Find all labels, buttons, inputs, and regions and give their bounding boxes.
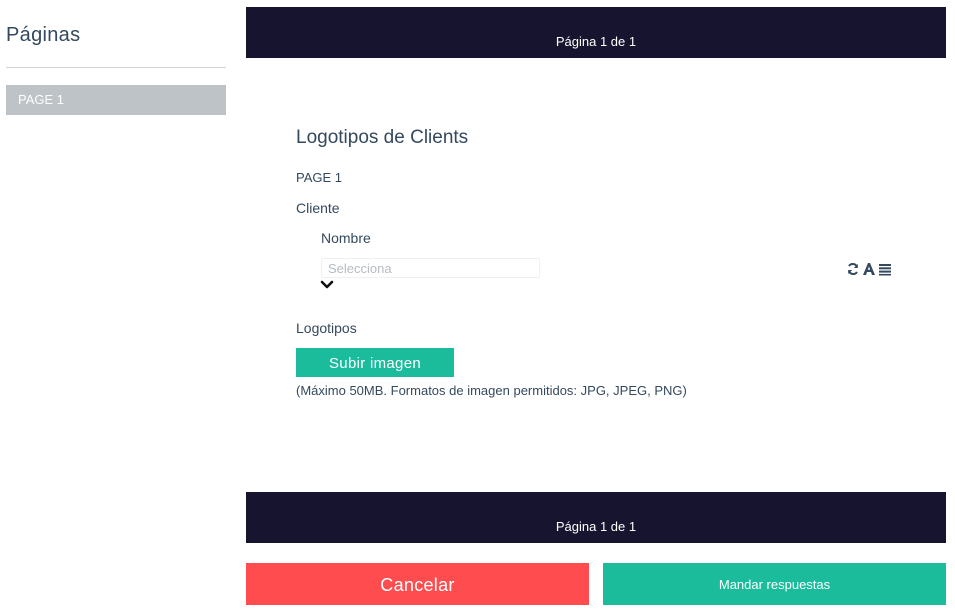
upload-image-button[interactable]: Subir imagen — [296, 348, 454, 377]
field-tools — [846, 262, 892, 276]
cancel-button[interactable]: Cancelar — [246, 563, 589, 605]
sidebar-divider — [6, 67, 226, 68]
nombre-select[interactable]: Selecciona — [321, 258, 540, 278]
page-indicator-text: Página 1 de 1 — [555, 34, 637, 49]
refresh-icon[interactable] — [846, 262, 860, 276]
upload-hint: (Máximo 50MB. Formatos de imagen permiti… — [296, 383, 687, 398]
section-label-cliente: Cliente — [296, 200, 340, 216]
page-indicator-text: Página 1 de 1 — [555, 519, 637, 534]
sidebar-title: Páginas — [6, 24, 81, 46]
field-label-nombre: Nombre — [321, 230, 371, 246]
sidebar-item-page-1[interactable]: PAGE 1 — [6, 85, 226, 115]
page-indicator-top: Página 1 de 1 — [246, 7, 946, 58]
section-label-logotipos: Logotipos — [296, 320, 357, 336]
list-icon[interactable] — [878, 262, 892, 276]
page-indicator-bottom: Página 1 de 1 — [246, 492, 946, 543]
submit-button[interactable]: Mandar respuestas — [603, 563, 946, 605]
chevron-down-icon[interactable] — [320, 279, 334, 291]
form-title: Logotipos de Clients — [296, 127, 469, 148]
font-icon[interactable] — [862, 262, 876, 276]
form-page-label: PAGE 1 — [296, 170, 343, 185]
